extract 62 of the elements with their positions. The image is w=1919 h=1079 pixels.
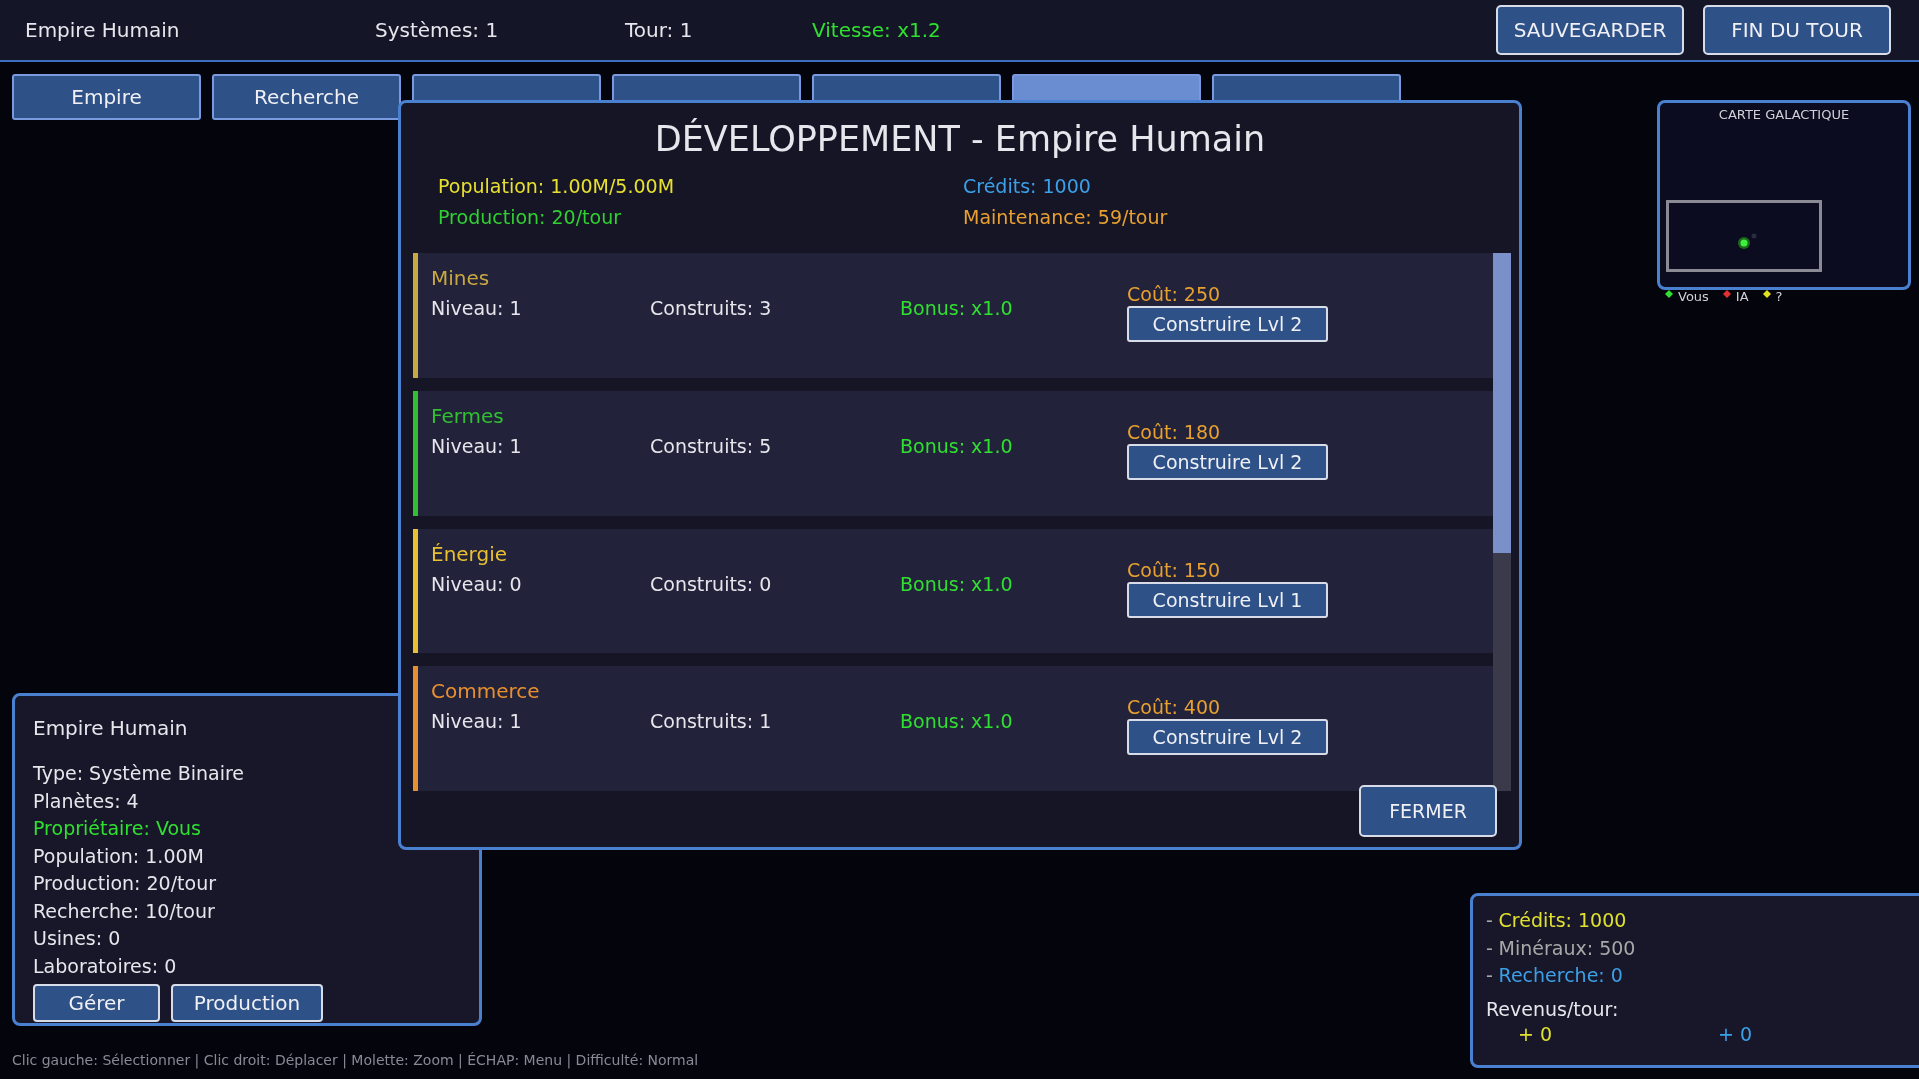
empire-stat: Population: 1.00M/5.00M — [438, 174, 676, 199]
system-info-line: Population: 1.00M — [33, 843, 205, 869]
building-count: Construits: 0 — [650, 571, 773, 597]
building-count: Construits: 1 — [650, 709, 773, 735]
system-action-button[interactable]: Production — [171, 984, 323, 1022]
resource-line: - Crédits: 1000 — [1486, 908, 1628, 933]
building-name: Commerce — [431, 678, 541, 706]
income-value: + 0 — [1518, 1022, 1554, 1045]
system-info-line: Planètes: 4 — [33, 788, 140, 814]
legend-label: Vous — [1678, 289, 1709, 304]
empire-stat: Production: 20/tour — [438, 205, 623, 230]
speed-label: Vitesse: x1.2 — [812, 18, 941, 42]
top-bar-button[interactable]: FIN DU TOUR — [1703, 5, 1891, 55]
system-action-button[interactable]: Gérer — [33, 984, 160, 1022]
building-cost: Coût: 400 — [1127, 696, 1221, 719]
system-info-line: Type: Système Binaire — [33, 761, 246, 786]
building-bonus: Bonus: x1.0 — [900, 709, 1013, 735]
legend-label: IA — [1735, 289, 1749, 304]
building-count: Construits: 5 — [650, 433, 773, 459]
building-cost: Coût: 150 — [1127, 558, 1221, 581]
resource-line: - Recherche: 0 — [1486, 963, 1624, 988]
resource-line: - Minéraux: 500 — [1486, 935, 1637, 961]
empire-stat: Maintenance: 59/tour — [963, 205, 1169, 230]
dialog-title: DÉVELOPPEMENT - Empire Humain — [654, 119, 1266, 159]
income-value: + 0 — [1718, 1022, 1753, 1045]
building-name: Fermes — [431, 402, 505, 430]
system-info-line: Laboratoires: 0 — [33, 953, 178, 979]
legend-label: ? — [1775, 289, 1783, 304]
systems-count: Systèmes: 1 — [375, 18, 500, 42]
building-level: Niveau: 1 — [431, 709, 523, 735]
scrollbar[interactable] — [1493, 253, 1511, 791]
status-text: Clic gauche: Sélectionner | Clic droit: Déplacer | Molette: Zoom | ÉCHAP: Menu | Difficulté: Normal — [12, 1052, 699, 1068]
building-level: Niveau: 0 — [431, 571, 523, 597]
scrollbar-thumb[interactable] — [1493, 253, 1511, 553]
build-button[interactable]: Construire Lvl 2 — [1127, 443, 1328, 480]
building-level: Niveau: 1 — [431, 296, 523, 321]
building-bonus: Bonus: x1.0 — [900, 433, 1013, 459]
system-info-line: Production: 20/tour — [33, 871, 218, 896]
building-cost: Coût: 180 — [1127, 420, 1221, 443]
income-label: Revenus/tour: — [1486, 996, 1620, 1022]
system-info-line: Usines: 0 — [33, 926, 122, 951]
tab[interactable]: Recherche — [212, 74, 401, 120]
build-button[interactable]: Construire Lvl 1 — [1127, 581, 1328, 618]
building-name: Mines — [431, 265, 491, 292]
empire-stat: Crédits: 1000 — [963, 174, 1092, 199]
minimap-title: CARTE GALACTIQUE — [1718, 107, 1850, 122]
building-bonus: Bonus: x1.0 — [900, 571, 1013, 597]
build-button[interactable]: Construire Lvl 2 — [1127, 719, 1328, 756]
system-info-line: Propriétaire: Vous — [33, 816, 202, 841]
building-count: Construits: 3 — [650, 296, 773, 321]
building-cost: Coût: 250 — [1127, 283, 1221, 305]
turn-count: Tour: 1 — [625, 18, 694, 42]
building-name: Énergie — [431, 540, 509, 568]
build-button[interactable]: Construire Lvl 2 — [1127, 306, 1328, 342]
tab[interactable]: Empire — [12, 74, 201, 120]
building-level: Niveau: 1 — [431, 433, 523, 459]
system-info-line: Recherche: 10/tour — [33, 898, 216, 924]
empire-name: Empire Humain — [25, 18, 181, 42]
minimap-panel[interactable]: CARTE GALACTIQUE — [1657, 100, 1911, 290]
top-bar-button[interactable]: SAUVEGARDER — [1496, 5, 1684, 55]
building-bonus: Bonus: x1.0 — [900, 296, 1013, 321]
close-button[interactable]: FERMER — [1359, 785, 1497, 837]
